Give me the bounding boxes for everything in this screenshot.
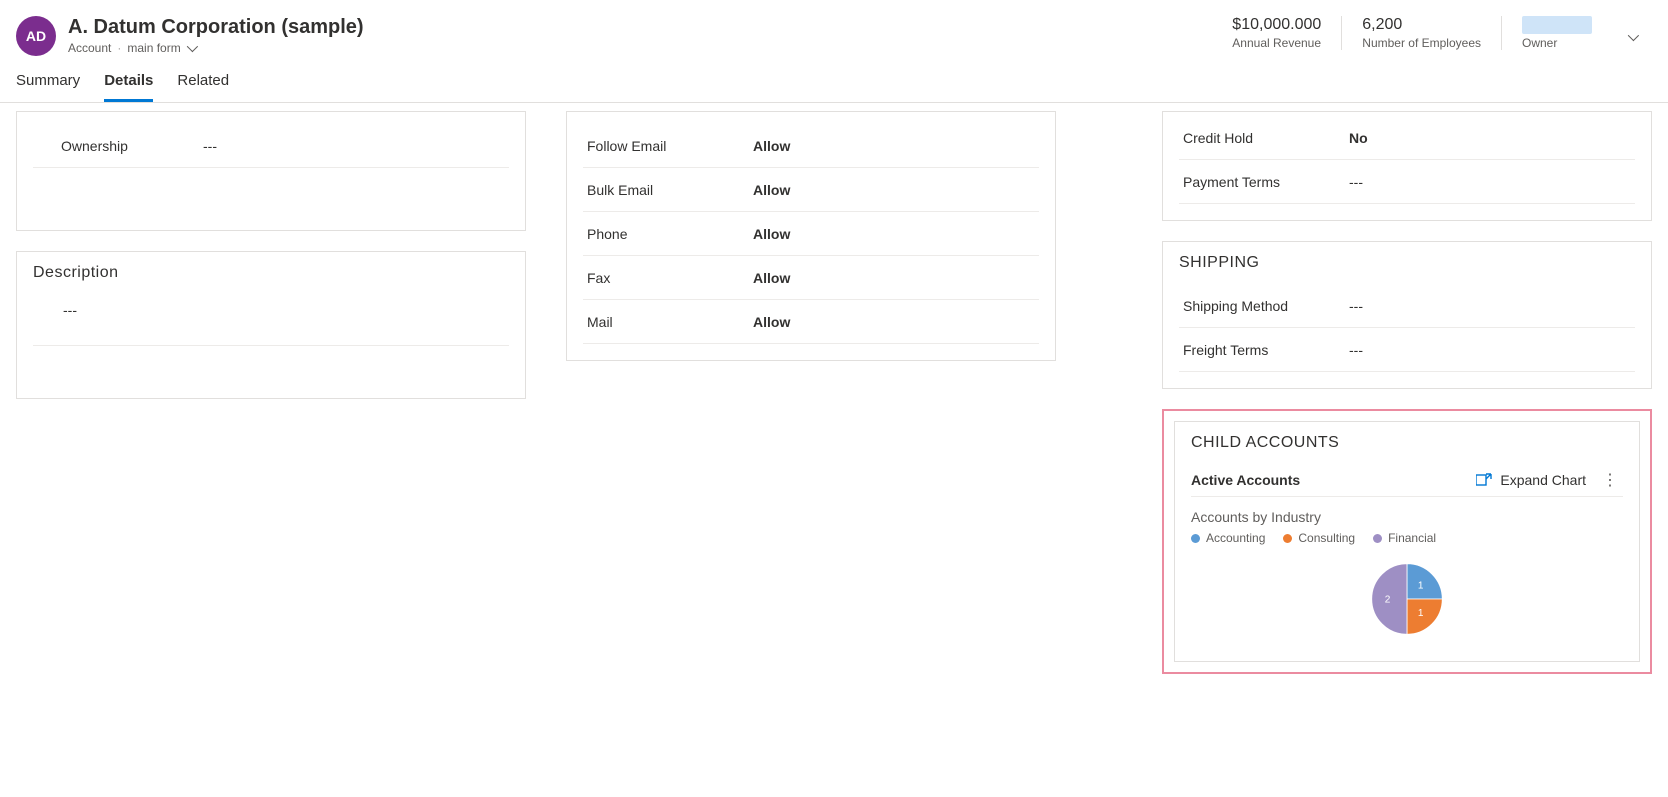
- phone-value[interactable]: Allow: [753, 226, 790, 242]
- description-title: Description: [33, 264, 509, 282]
- legend-label-consulting: Consulting: [1298, 531, 1355, 545]
- page-title: A. Datum Corporation (sample): [68, 16, 1212, 39]
- form-selector[interactable]: main form: [127, 41, 180, 55]
- legend-label-accounting: Accounting: [1206, 531, 1265, 545]
- freight-terms-value[interactable]: ---: [1349, 342, 1363, 358]
- shipping-section: SHIPPING Shipping Method --- Freight Ter…: [1162, 241, 1652, 389]
- contact-preferences-section: Follow Email Allow Bulk Email Allow Phon…: [566, 111, 1056, 361]
- follow-email-value[interactable]: Allow: [753, 138, 790, 154]
- pie-slice-consulting[interactable]: [1407, 599, 1442, 634]
- bulk-email-label: Bulk Email: [583, 182, 753, 198]
- description-section: Description ---: [16, 251, 526, 399]
- description-value[interactable]: ---: [33, 294, 509, 346]
- employees-label: Number of Employees: [1362, 36, 1481, 50]
- header-expand-button[interactable]: [1612, 28, 1652, 44]
- pie-label-consulting: 1: [1418, 608, 1424, 619]
- expand-chart-label: Expand Chart: [1500, 472, 1586, 488]
- credit-hold-label: Credit Hold: [1179, 130, 1349, 146]
- chart-legend: Accounting Consulting Financial: [1191, 531, 1623, 545]
- legend-item-financial: Financial: [1373, 531, 1436, 545]
- follow-email-label: Follow Email: [583, 138, 753, 154]
- legend-label-financial: Financial: [1388, 531, 1436, 545]
- legend-dot-consulting: [1283, 534, 1292, 543]
- avatar: AD: [16, 16, 56, 56]
- payment-terms-value[interactable]: ---: [1349, 174, 1363, 190]
- child-accounts-subtitle: Active Accounts: [1191, 472, 1300, 488]
- mail-label: Mail: [583, 314, 753, 330]
- company-section: Ownership ---: [16, 111, 526, 231]
- legend-dot-financial: [1373, 534, 1382, 543]
- expand-icon: [1476, 472, 1492, 489]
- ownership-label: Ownership: [33, 138, 203, 154]
- annual-revenue-label: Annual Revenue: [1232, 36, 1321, 50]
- tab-related[interactable]: Related: [177, 72, 229, 102]
- child-accounts-title: CHILD ACCOUNTS: [1191, 434, 1623, 452]
- freight-terms-label: Freight Terms: [1179, 342, 1349, 358]
- separator: ·: [117, 41, 121, 55]
- entity-label: Account: [68, 41, 111, 55]
- ownership-value[interactable]: ---: [203, 138, 217, 154]
- shipping-title: SHIPPING: [1179, 254, 1635, 272]
- legend-dot-accounting: [1191, 534, 1200, 543]
- mail-value[interactable]: Allow: [753, 314, 790, 330]
- phone-label: Phone: [583, 226, 753, 242]
- bulk-email-value[interactable]: Allow: [753, 182, 790, 198]
- pie-label-accounting: 1: [1418, 581, 1424, 592]
- tab-details[interactable]: Details: [104, 72, 153, 102]
- credit-hold-value[interactable]: No: [1349, 130, 1368, 146]
- pie-chart: 1 1 2: [1191, 553, 1623, 645]
- annual-revenue-value[interactable]: $10,000.000: [1232, 16, 1321, 34]
- chevron-down-icon[interactable]: [186, 41, 197, 52]
- child-accounts-highlight: CHILD ACCOUNTS Active Accounts Expand Ch…: [1162, 409, 1652, 674]
- payment-terms-label: Payment Terms: [1179, 174, 1349, 190]
- billing-section: Credit Hold No Payment Terms ---: [1162, 111, 1652, 221]
- child-accounts-section: CHILD ACCOUNTS Active Accounts Expand Ch…: [1174, 421, 1640, 662]
- more-options-button[interactable]: ⋮: [1598, 470, 1623, 490]
- shipping-method-label: Shipping Method: [1179, 298, 1349, 314]
- employees-value[interactable]: 6,200: [1362, 16, 1481, 34]
- shipping-method-value[interactable]: ---: [1349, 298, 1363, 314]
- pie-slice-accounting[interactable]: [1407, 564, 1442, 599]
- fax-value[interactable]: Allow: [753, 270, 790, 286]
- legend-item-consulting: Consulting: [1283, 531, 1355, 545]
- owner-label: Owner: [1522, 36, 1592, 50]
- legend-item-accounting: Accounting: [1191, 531, 1265, 545]
- owner-value[interactable]: [1522, 16, 1592, 34]
- fax-label: Fax: [583, 270, 753, 286]
- tab-summary[interactable]: Summary: [16, 72, 80, 102]
- expand-chart-button[interactable]: Expand Chart: [1476, 472, 1586, 489]
- chart-title: Accounts by Industry: [1191, 509, 1623, 525]
- pie-label-financial: 2: [1385, 594, 1391, 605]
